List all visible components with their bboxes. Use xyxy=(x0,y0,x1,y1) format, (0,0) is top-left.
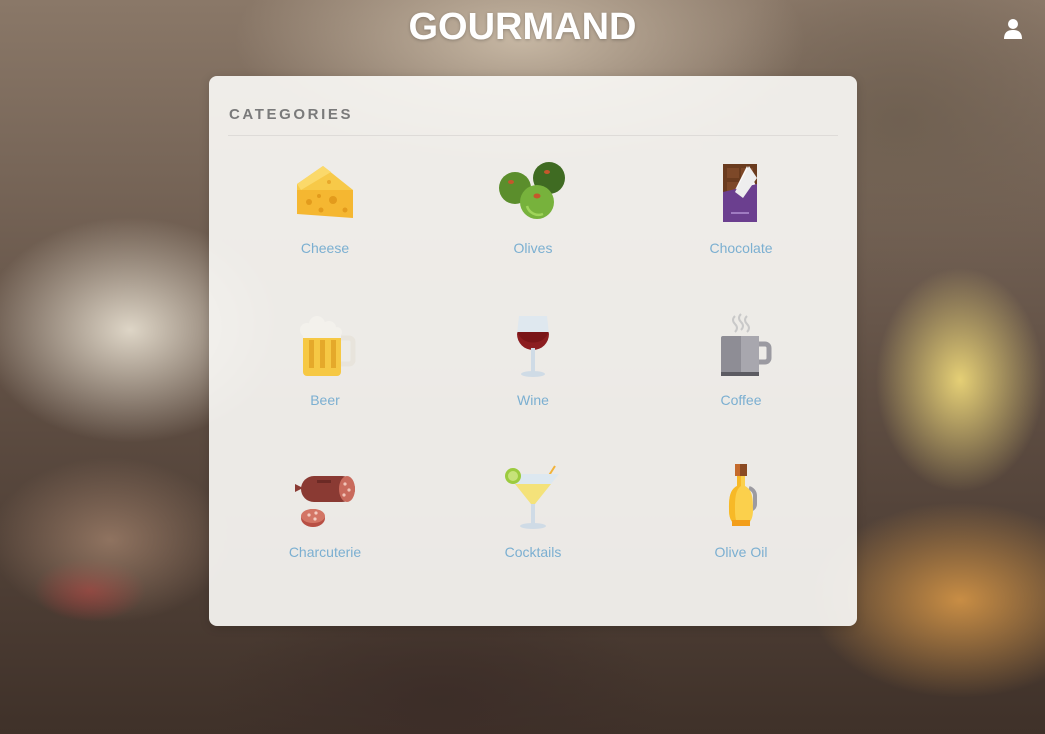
chocolate-icon xyxy=(723,164,757,222)
categories-panel: CATEGORIES Cheese Olives Chocolate Beer … xyxy=(209,76,857,626)
top-bar: GOURMAND xyxy=(0,0,1045,58)
category-label: Olives xyxy=(513,240,553,256)
category-label: Cocktails xyxy=(504,544,562,560)
category-olive-oil[interactable]: Olive Oil xyxy=(637,462,845,614)
category-label: Wine xyxy=(517,392,549,408)
panel-title: CATEGORIES xyxy=(229,106,354,123)
category-beer[interactable]: Beer xyxy=(221,310,429,462)
cheese-icon xyxy=(297,166,353,218)
brand-logo[interactable]: GOURMAND xyxy=(0,6,1045,49)
category-olives[interactable]: Olives xyxy=(429,158,637,310)
category-chocolate[interactable]: Chocolate xyxy=(637,158,845,310)
olive-oil-icon xyxy=(729,464,757,526)
wine-icon xyxy=(517,316,549,377)
category-label: Chocolate xyxy=(709,240,773,256)
category-label: Beer xyxy=(310,392,340,408)
olives-icon xyxy=(499,162,565,219)
charcuterie-icon xyxy=(295,476,355,527)
category-label: Coffee xyxy=(720,392,762,408)
category-cocktails[interactable]: Cocktails xyxy=(429,462,637,614)
cocktail-icon xyxy=(505,465,559,529)
category-label: Charcuterie xyxy=(288,544,362,560)
coffee-icon xyxy=(721,313,772,376)
category-charcuterie[interactable]: Charcuterie xyxy=(221,462,429,614)
beer-icon xyxy=(300,316,356,376)
category-coffee[interactable]: Coffee xyxy=(637,310,845,462)
category-wine[interactable]: Wine xyxy=(429,310,637,462)
divider xyxy=(228,135,838,136)
category-label: Olive Oil xyxy=(714,544,768,560)
category-label: Cheese xyxy=(300,240,350,256)
category-grid: Cheese Olives Chocolate Beer Wine Coffee… xyxy=(221,158,845,614)
category-cheese[interactable]: Cheese xyxy=(221,158,429,310)
user-icon[interactable] xyxy=(1003,18,1023,40)
